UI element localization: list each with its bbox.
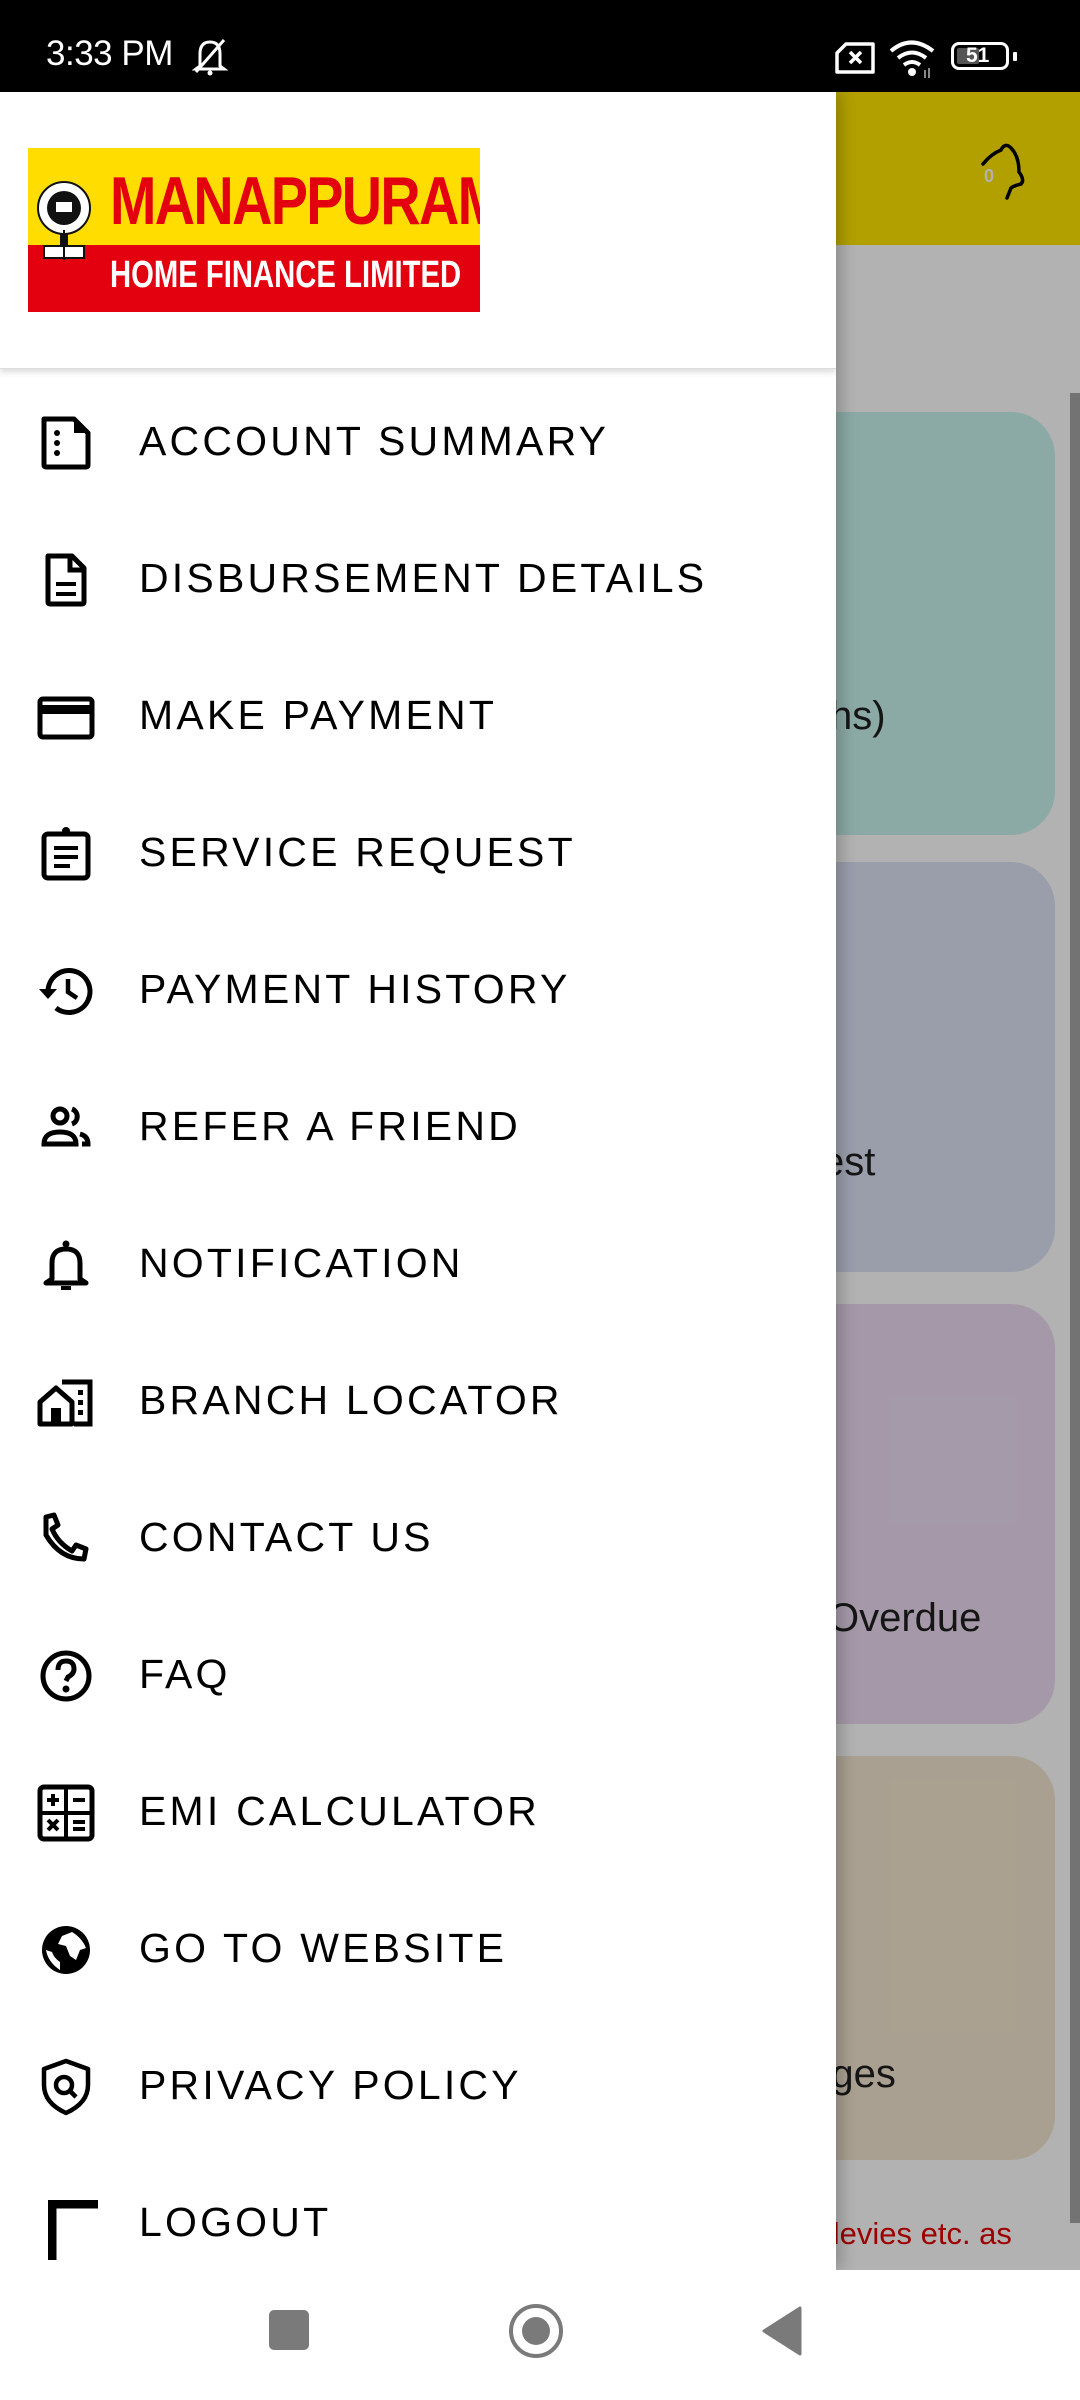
shield-search-icon (41, 2058, 91, 2116)
logout-icon (48, 2200, 98, 2260)
menu-label: ACCOUNT SUMMARY (139, 418, 610, 464)
status-time: 3:33 PM (46, 34, 173, 73)
back-button[interactable] (760, 2306, 804, 2356)
logo-emblem-icon (37, 181, 91, 260)
menu-label: BRANCH LOCATOR (139, 1377, 563, 1423)
history-icon (39, 968, 93, 1015)
navigation-drawer: MANAPPURAM HOME FINANCE LIMITED ACCOUNT … (0, 92, 836, 2270)
help-circle-icon (40, 1650, 92, 1702)
document-icon (45, 553, 87, 607)
menu-label: PAYMENT HISTORY (139, 966, 571, 1012)
menu-item-make-payment[interactable]: MAKE PAYMENT (0, 649, 836, 769)
menu-item-branch-locator[interactable]: BRANCH LOCATOR (0, 1334, 836, 1454)
account-summary-icon (41, 416, 91, 470)
menu-label: REFER A FRIEND (139, 1103, 521, 1149)
clipboard-icon (41, 827, 91, 881)
menu-label: CONTACT US (139, 1514, 434, 1560)
home-button-dot (522, 2317, 550, 2345)
menu-label: SERVICE REQUEST (139, 829, 576, 875)
company-logo: MANAPPURAM HOME FINANCE LIMITED (28, 148, 480, 312)
scrollbar[interactable] (1070, 393, 1080, 2223)
menu-item-faq[interactable]: FAQ (0, 1608, 836, 1728)
calculator-icon (37, 1784, 95, 1842)
notifications-muted-icon (192, 39, 228, 76)
menu-item-logout[interactable]: LOGOUT (0, 2156, 836, 2270)
menu-item-go-to-website[interactable]: GO TO WEBSITE (0, 1882, 836, 2002)
globe-icon (42, 1926, 90, 1974)
menu-item-privacy-policy[interactable]: PRIVACY POLICY (0, 2019, 836, 2139)
no-sim-icon (835, 42, 875, 74)
logo-subtitle-text: HOME FINANCE LIMITED (110, 254, 462, 296)
menu-label: LOGOUT (139, 2199, 332, 2245)
people-icon (41, 1106, 91, 1147)
menu-item-emi-calculator[interactable]: EMI CALCULATOR (0, 1745, 836, 1865)
menu-label: PRIVACY POLICY (139, 2062, 522, 2108)
logo-brand-text: MANAPPURAM (110, 163, 480, 239)
battery-icon: 51 (951, 42, 1009, 70)
menu-item-notification[interactable]: NOTIFICATION (0, 1197, 836, 1317)
menu-label: FAQ (139, 1651, 231, 1697)
home-button[interactable] (509, 2304, 563, 2358)
credit-card-icon (37, 696, 95, 740)
menu-label: MAKE PAYMENT (139, 692, 498, 738)
drawer-header: MANAPPURAM HOME FINANCE LIMITED (0, 92, 836, 369)
phone-icon (43, 1512, 89, 1562)
menu-item-account-summary[interactable]: ACCOUNT SUMMARY (0, 375, 836, 495)
wifi-icon (889, 40, 935, 78)
menu-item-payment-history[interactable]: PAYMENT HISTORY (0, 923, 836, 1043)
building-icon (37, 1379, 93, 1427)
status-bar: 3:33 PM 51 (0, 0, 1080, 92)
menu-item-disbursement-details[interactable]: DISBURSEMENT DETAILS (0, 512, 836, 632)
menu-label: EMI CALCULATOR (139, 1788, 540, 1834)
menu-item-service-request[interactable]: SERVICE REQUEST (0, 786, 836, 906)
menu-item-contact-us[interactable]: CONTACT US (0, 1471, 836, 1591)
recents-button[interactable] (269, 2310, 309, 2350)
menu-item-refer-a-friend[interactable]: REFER A FRIEND (0, 1060, 836, 1180)
battery-tip (1013, 52, 1017, 61)
menu-label: GO TO WEBSITE (139, 1925, 508, 1971)
menu-label: NOTIFICATION (139, 1240, 464, 1286)
battery-level: 51 (966, 44, 990, 67)
bell-icon (43, 1240, 89, 1290)
system-nav-bar (0, 2270, 1080, 2400)
menu-label: DISBURSEMENT DETAILS (139, 555, 708, 601)
